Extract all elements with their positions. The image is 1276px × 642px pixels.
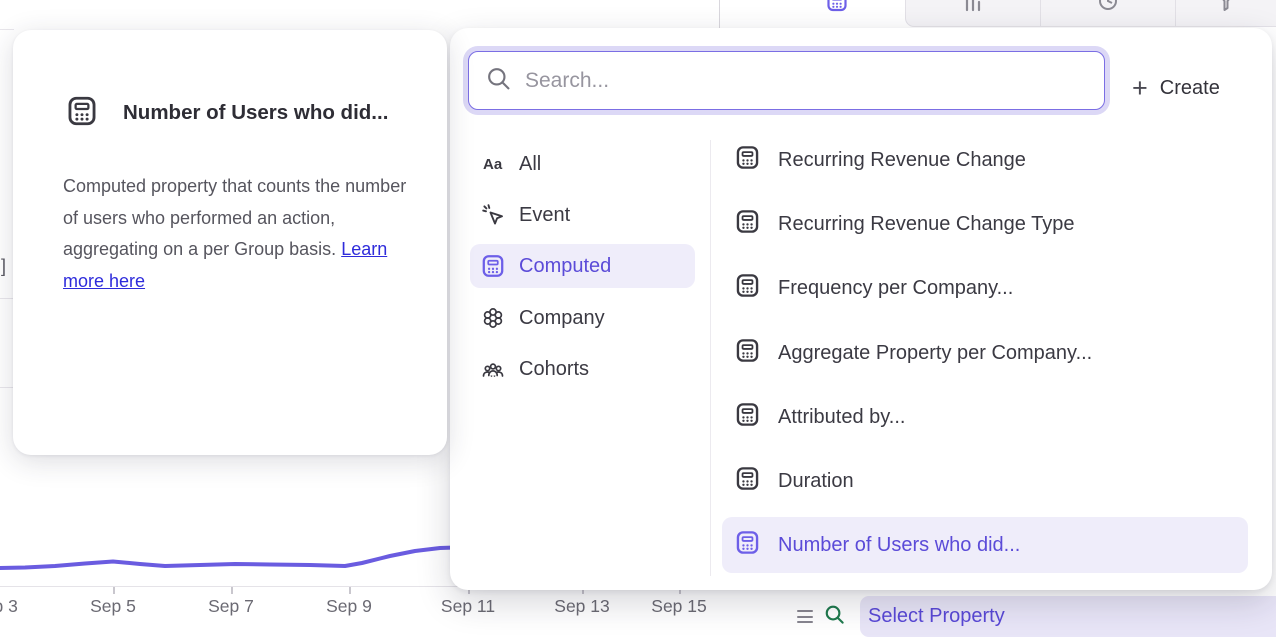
property-select-row: Select Property (786, 591, 1276, 642)
calculator-icon (734, 401, 761, 433)
tab-history[interactable] (1040, 0, 1175, 27)
background-edge-line (0, 29, 14, 30)
bar-chart-icon (961, 0, 985, 18)
result-item-selected[interactable]: Number of Users who did... (722, 517, 1248, 573)
calculator-icon (734, 465, 761, 497)
calculator-icon (480, 253, 506, 279)
property-tooltip-card: Number of Users who did... Computed prop… (13, 30, 447, 455)
result-item[interactable]: Recurring Revenue Change (722, 132, 1248, 188)
search-icon (823, 603, 846, 631)
result-item[interactable]: Aggregate Property per Company... (722, 325, 1248, 381)
x-axis-label: Sep 13 (554, 596, 609, 617)
plus-icon: + (1132, 75, 1148, 102)
clipped-background-text: ] (1, 256, 6, 277)
cohorts-icon (480, 356, 506, 382)
x-axis-label: Sep 9 (326, 596, 372, 617)
event-icon (480, 202, 506, 228)
tab-funnel[interactable] (1175, 0, 1276, 27)
result-item[interactable]: Frequency per Company... (722, 260, 1248, 316)
category-company[interactable]: Company (470, 296, 695, 340)
panel-divider (710, 140, 711, 576)
x-axis-label: Sep 11 (441, 596, 495, 617)
background-row-divider (0, 387, 13, 388)
header-divider (719, 0, 720, 28)
select-property-label: Select Property (868, 605, 1005, 628)
calculator-icon (734, 529, 761, 561)
line-chart (0, 535, 470, 593)
calculator-icon (734, 144, 761, 176)
company-icon (480, 305, 506, 331)
calculator-icon (65, 94, 99, 133)
category-computed[interactable]: Computed (470, 244, 695, 288)
result-item[interactable]: Recurring Revenue Change Type (722, 196, 1248, 252)
tooltip-description: Computed property that counts the number… (63, 171, 423, 297)
calculator-icon (734, 272, 761, 304)
category-event[interactable]: Event (470, 193, 695, 237)
search-box[interactable] (468, 51, 1105, 110)
property-picker-panel: + Create Aa All Event Computed Co (450, 28, 1272, 590)
history-icon (1096, 0, 1120, 18)
calculator-icon (825, 0, 849, 18)
calculator-icon (734, 337, 761, 369)
funnel-icon (1214, 0, 1238, 18)
property-type-tabbar (768, 0, 1276, 27)
tab-numeric[interactable] (905, 0, 1040, 27)
category-all[interactable]: Aa All (470, 142, 695, 186)
svg-text:Aa: Aa (483, 156, 503, 173)
search-input[interactable] (525, 69, 1065, 93)
calculator-icon (734, 208, 761, 240)
axis-tick (113, 587, 115, 594)
result-item[interactable]: Duration (722, 453, 1248, 509)
select-property-field[interactable]: Select Property (860, 596, 1276, 637)
x-axis-label: Sep 7 (208, 596, 254, 617)
tooltip-title: Number of Users who did... (123, 101, 388, 125)
drag-handle-icon[interactable] (797, 610, 813, 623)
tab-computed[interactable] (768, 0, 905, 27)
axis-tick (231, 587, 233, 594)
category-cohorts[interactable]: Cohorts (470, 347, 695, 391)
x-axis-label: Sep 5 (90, 596, 136, 617)
create-button[interactable]: + Create (1132, 68, 1220, 108)
result-item[interactable]: Attributed by... (722, 389, 1248, 445)
screen: ] Sep 3 Sep 5 Sep 7 Sep 9 Sep 11 Sep 13 … (0, 0, 1276, 642)
x-axis-label: Sep 3 (0, 596, 18, 617)
x-axis-label: Sep 15 (651, 596, 706, 617)
background-row-divider (0, 298, 13, 299)
axis-tick (349, 587, 351, 594)
search-icon (485, 65, 512, 97)
text-icon: Aa (480, 151, 506, 177)
